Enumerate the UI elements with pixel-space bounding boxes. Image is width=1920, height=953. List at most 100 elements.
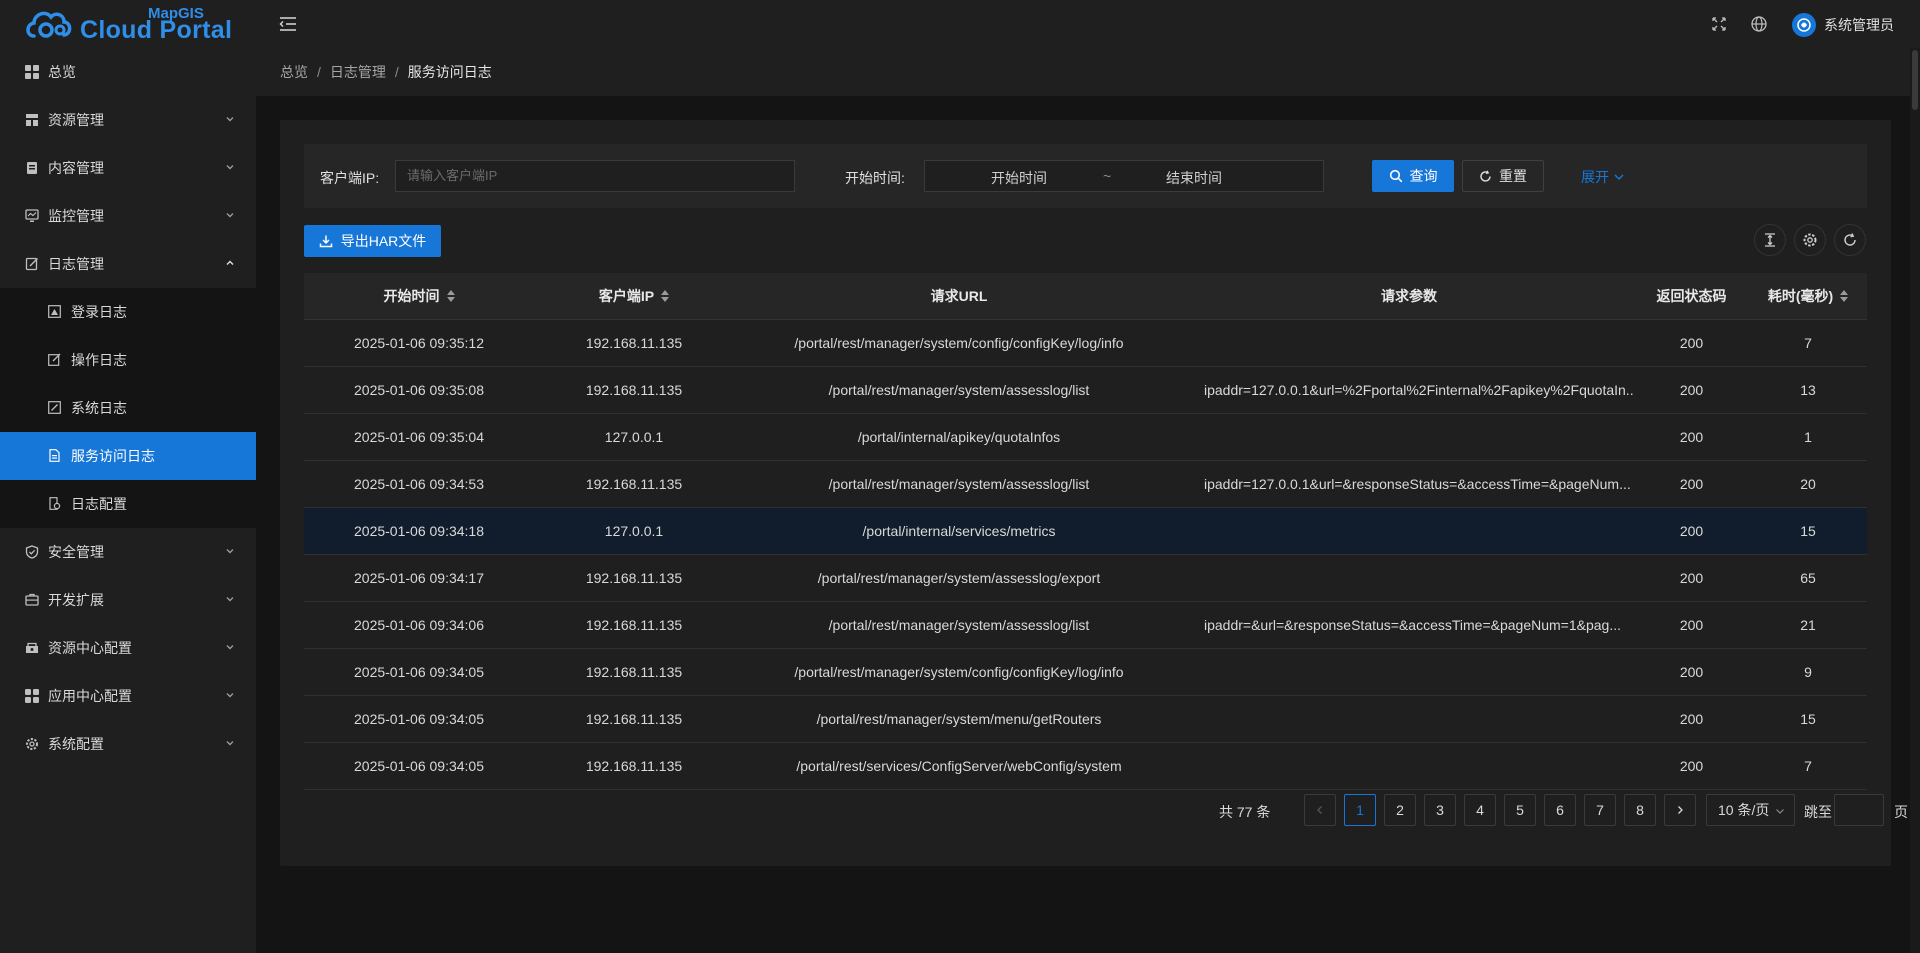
- sidebar-item-log[interactable]: 日志管理: [0, 240, 256, 288]
- page-button[interactable]: 7: [1584, 794, 1616, 826]
- sort-icon[interactable]: [446, 290, 455, 302]
- column-header-duration[interactable]: 耗时(毫秒): [1749, 273, 1867, 319]
- sidebar-item-overview[interactable]: 总览: [0, 48, 256, 96]
- avatar: [1792, 13, 1816, 37]
- sidebar-item-security[interactable]: 安全管理: [0, 528, 256, 576]
- page-button[interactable]: 6: [1544, 794, 1576, 826]
- sidebar-item-app-center-config[interactable]: 应用中心配置: [0, 672, 256, 720]
- cell-status: 200: [1679, 429, 1704, 445]
- table-row[interactable]: 2025-01-06 09:35:08 192.168.11.135 /port…: [304, 367, 1867, 414]
- reload-icon[interactable]: [1834, 224, 1866, 256]
- cell-status: 200: [1679, 758, 1704, 774]
- range-start[interactable]: 开始时间: [991, 168, 1047, 188]
- pagination: 共 77 条 1 2 3 4 5 6 7 8 10 条/页 跳至 页: [304, 794, 1908, 826]
- cell-url: /portal/rest/manager/system/config/confi…: [794, 335, 1124, 351]
- table-row[interactable]: 2025-01-06 09:34:05 192.168.11.135 /port…: [304, 696, 1867, 743]
- client-ip-input[interactable]: 请输入客户端IP: [395, 160, 795, 192]
- sidebar-item-label: 内容管理: [48, 160, 104, 176]
- export-har-button[interactable]: 导出HAR文件: [304, 225, 441, 257]
- date-range-picker[interactable]: 开始时间 ~ 结束时间: [924, 160, 1324, 192]
- sidebar-item-label: 日志配置: [71, 496, 127, 512]
- app-logo[interactable]: MapGIS Cloud Portal: [0, 0, 256, 48]
- jump-page-input[interactable]: [1834, 794, 1884, 826]
- cell-url: /portal/rest/manager/system/assesslog/li…: [828, 476, 1090, 492]
- cell-start-time: 2025-01-06 09:34:05: [354, 711, 484, 727]
- sidebar-item-monitor[interactable]: 监控管理: [0, 192, 256, 240]
- page-button[interactable]: 8: [1624, 794, 1656, 826]
- chevron-up-icon: [226, 260, 234, 265]
- page-button[interactable]: 4: [1464, 794, 1496, 826]
- table-row-hovered[interactable]: 2025-01-06 09:34:18 127.0.0.1 /portal/in…: [304, 508, 1867, 555]
- sidebar-item-dev-extension[interactable]: 开发扩展: [0, 576, 256, 624]
- column-header-start-time[interactable]: 开始时间: [304, 273, 534, 319]
- table-row[interactable]: 2025-01-06 09:34:06 192.168.11.135 /port…: [304, 602, 1867, 649]
- reset-button[interactable]: 重置: [1462, 160, 1544, 192]
- sidebar-item-system-log[interactable]: 系统日志: [0, 384, 256, 432]
- dashboard-icon: [24, 64, 40, 80]
- gear-icon: [24, 736, 40, 752]
- resource-center-icon: [24, 640, 40, 656]
- search-form: 客户端IP: 请输入客户端IP 开始时间: 开始时间 ~ 结束时间 查询 重置 …: [304, 144, 1867, 208]
- sidebar-menu: 总览 资源管理 内容管理 监控管理 日志管理: [0, 48, 256, 288]
- search-button[interactable]: 查询: [1372, 160, 1454, 192]
- sidebar-item-login-log[interactable]: 登录日志: [0, 288, 256, 336]
- cell-start-time: 2025-01-06 09:35:08: [354, 382, 484, 398]
- cell-params: [1184, 414, 1634, 460]
- sidebar-item-resource[interactable]: 资源管理: [0, 96, 256, 144]
- cell-status: 200: [1679, 617, 1704, 633]
- table-row[interactable]: 2025-01-06 09:34:17 192.168.11.135 /port…: [304, 555, 1867, 602]
- sidebar-item-resource-center-config[interactable]: 资源中心配置: [0, 624, 256, 672]
- prev-page-button[interactable]: [1304, 794, 1336, 826]
- table-row[interactable]: 2025-01-06 09:35:04 127.0.0.1 /portal/in…: [304, 414, 1867, 461]
- edit-icon: [48, 353, 62, 367]
- menu-fold-icon[interactable]: [278, 14, 298, 34]
- column-header-client-ip[interactable]: 客户端IP: [534, 273, 734, 319]
- chevron-down-icon: [226, 693, 234, 698]
- cell-params: [1184, 649, 1634, 695]
- sidebar-item-operation-log[interactable]: 操作日志: [0, 336, 256, 384]
- column-header-status: 返回状态码: [1634, 273, 1749, 319]
- user-menu[interactable]: 系统管理员: [1792, 13, 1894, 37]
- breadcrumb-item[interactable]: 日志管理: [330, 62, 386, 82]
- chevron-right-icon: [1678, 806, 1683, 814]
- column-height-icon[interactable]: [1754, 224, 1786, 256]
- column-title: 客户端IP: [598, 288, 655, 304]
- sort-icon[interactable]: [1840, 290, 1849, 302]
- download-icon: [319, 235, 332, 248]
- page-button[interactable]: 1: [1344, 794, 1376, 826]
- fullscreen-icon[interactable]: [1710, 15, 1728, 33]
- cell-params: [1184, 696, 1634, 742]
- log-submenu: 登录日志 操作日志 系统日志 服务访问日志 日志配置: [0, 288, 256, 528]
- table-row[interactable]: 2025-01-06 09:35:12 192.168.11.135 /port…: [304, 320, 1867, 367]
- sidebar-menu-lower: 安全管理 开发扩展 资源中心配置 应用中心配置 系统配置: [0, 528, 256, 768]
- table-row[interactable]: 2025-01-06 09:34:05 192.168.11.135 /port…: [304, 649, 1867, 696]
- cell-params: [1184, 555, 1634, 601]
- table-row[interactable]: 2025-01-06 09:34:05 192.168.11.135 /port…: [304, 743, 1867, 790]
- sidebar-item-content[interactable]: 内容管理: [0, 144, 256, 192]
- cell-client-ip: 192.168.11.135: [585, 617, 683, 633]
- range-end[interactable]: 结束时间: [1166, 168, 1222, 188]
- column-title: 请求URL: [930, 288, 988, 304]
- globe-icon[interactable]: [1750, 15, 1768, 33]
- sort-icon[interactable]: [661, 290, 670, 302]
- cell-params: [1184, 743, 1634, 789]
- table-row[interactable]: 2025-01-06 09:34:53 192.168.11.135 /port…: [304, 461, 1867, 508]
- sidebar-item-log-config[interactable]: 日志配置: [0, 480, 256, 528]
- chevron-down-icon: [226, 597, 234, 602]
- scrollbar-thumb[interactable]: [1912, 50, 1918, 110]
- sidebar-item-service-access-log[interactable]: 服务访问日志: [0, 432, 256, 480]
- page-button[interactable]: 3: [1424, 794, 1456, 826]
- page-button[interactable]: 5: [1504, 794, 1536, 826]
- breadcrumb-item[interactable]: 总览: [280, 62, 308, 82]
- breadcrumb-separator: /: [317, 64, 321, 80]
- page-button[interactable]: 2: [1384, 794, 1416, 826]
- cell-client-ip: 127.0.0.1: [604, 523, 664, 539]
- sidebar-item-system-config[interactable]: 系统配置: [0, 720, 256, 768]
- page-size-select[interactable]: 10 条/页: [1706, 794, 1795, 826]
- expand-link[interactable]: 展开: [1581, 167, 1625, 187]
- next-page-button[interactable]: [1664, 794, 1696, 826]
- setting-icon[interactable]: [1794, 224, 1826, 256]
- cloud-logo-icon: [26, 11, 72, 38]
- page-scrollbar[interactable]: [1910, 48, 1920, 953]
- cell-url: /portal/internal/apikey/quotaInfos: [857, 429, 1061, 445]
